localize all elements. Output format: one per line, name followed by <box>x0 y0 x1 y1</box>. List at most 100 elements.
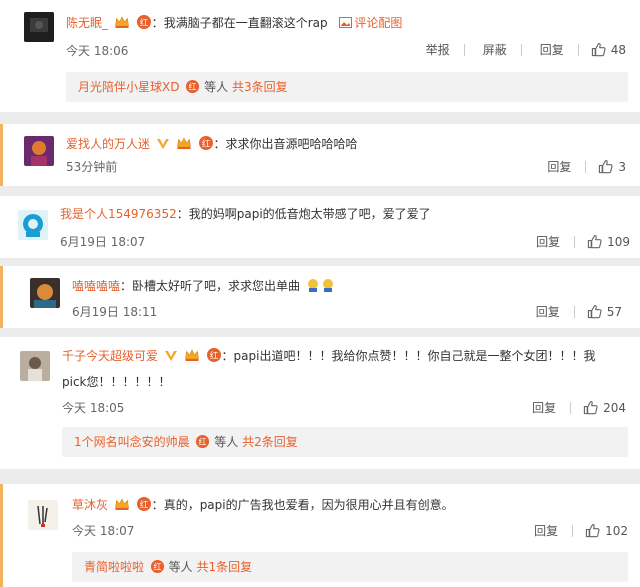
comment-actions: 举报 屏蔽 回复 48 <box>408 41 626 58</box>
comment-actions: 回复 109 <box>518 233 630 250</box>
timestamp: 今天 18:07 <box>72 524 135 538</box>
member-badge-icon <box>136 14 152 30</box>
thumb-up-icon <box>587 304 602 319</box>
like-button[interactable]: 57 <box>587 304 622 319</box>
reply-button[interactable]: 回复 <box>532 399 556 416</box>
divider <box>570 401 572 414</box>
sub-replies-count[interactable]: 共2条回复 <box>242 435 298 449</box>
comment-card: 嗑嗑嗑嗑：卧槽太好听了吧，求求您出单曲 6月19日 18:11 回复 57 <box>0 266 640 328</box>
like-button[interactable]: 109 <box>587 234 630 249</box>
sub-replies-count[interactable]: 共1条回复 <box>197 560 253 574</box>
reply-accent-bar <box>0 124 3 186</box>
report-button[interactable]: 举报 <box>426 41 450 58</box>
like-button[interactable]: 3 <box>598 159 626 174</box>
divider <box>463 43 465 56</box>
vip-crown-icon <box>114 14 130 30</box>
comment-text: 求求你出音源吧哈哈哈哈 <box>225 137 358 151</box>
comment-card: 我是个人154976352：我的妈啊papi的低音炮太带感了吧，爱了爱了 6月1… <box>0 196 640 258</box>
comment-actions: 回复 57 <box>518 303 622 320</box>
timestamp: 6月19日 18:11 <box>72 305 158 319</box>
sub-replies-summary[interactable]: 1个网名叫念安的帅晨 等人 共2条回复 <box>62 427 628 457</box>
like-count: 48 <box>610 42 626 57</box>
divider <box>520 43 522 56</box>
reply-button[interactable]: 回复 <box>536 303 560 320</box>
sub-replier-name[interactable]: 月光陪伴小星球XD <box>78 80 179 94</box>
thumb-up-icon <box>587 234 602 249</box>
comment-card: 千子今天超级可爱 ：papi出道吧！！！我给你点赞！！！你自己就是一整个女团！！… <box>0 337 640 469</box>
vip-crown-icon <box>176 135 192 151</box>
like-button[interactable]: 48 <box>591 42 626 57</box>
thumb-up-icon <box>598 159 613 174</box>
thumb-up-icon <box>583 400 598 415</box>
reply-button[interactable]: 回复 <box>547 158 571 175</box>
comment-actions: 回复 3 <box>529 158 626 175</box>
avatar[interactable] <box>30 278 60 308</box>
member-badge-icon <box>150 559 165 574</box>
reply-button[interactable]: 回复 <box>540 41 564 58</box>
avatar[interactable] <box>18 210 48 240</box>
comment-image-link[interactable]: 评论配图 <box>354 16 402 30</box>
reply-accent-bar <box>0 484 3 587</box>
vip-crown-icon <box>114 496 130 512</box>
sub-replies-count[interactable]: 共3条回复 <box>232 80 288 94</box>
verified-v-icon <box>164 351 177 361</box>
sub-replier-name[interactable]: 青简啦啦啦 <box>84 560 144 574</box>
comment-line: 嗑嗑嗑嗑：卧槽太好听了吧，求求您出单曲 <box>72 277 336 295</box>
comment-text-line-1: papi出道吧！！！我给你点赞！！！你自己就是一整个女团！！！我 <box>233 349 596 363</box>
member-badge-icon <box>136 496 152 512</box>
divider <box>585 160 587 173</box>
vip-crown-icon <box>184 347 200 363</box>
reply-accent-bar <box>0 266 3 328</box>
username[interactable]: 爱找人的万人迷 <box>66 137 150 151</box>
comment-text: 卧槽太好听了吧，求求您出单曲 <box>132 279 301 293</box>
verified-v-icon <box>156 139 169 149</box>
comment-line: 我是个人154976352：我的妈啊papi的低音炮太带感了吧，爱了爱了 <box>60 207 431 221</box>
like-count: 102 <box>605 523 628 538</box>
sub-replies-etc: 等人 <box>214 435 239 449</box>
emoji-icon <box>307 279 333 292</box>
username[interactable]: 陈无眠_ <box>66 16 108 30</box>
thumb-up-icon <box>591 42 606 57</box>
reply-button[interactable]: 回复 <box>536 233 560 250</box>
sub-replies-etc: 等人 <box>168 560 193 574</box>
sub-replies-summary[interactable]: 月光陪伴小星球XD 等人 共3条回复 <box>66 72 628 102</box>
block-button[interactable]: 屏蔽 <box>483 41 507 58</box>
comment-text: 我满脑子都在一直翻滚这个rap <box>163 16 328 30</box>
timestamp: 6月19日 18:07 <box>60 235 146 249</box>
like-button[interactable]: 102 <box>585 523 628 538</box>
timestamp: 53分钟前 <box>66 160 118 174</box>
image-icon[interactable] <box>339 16 353 29</box>
thumb-up-icon <box>585 523 600 538</box>
avatar[interactable] <box>20 351 50 381</box>
avatar[interactable] <box>28 500 58 530</box>
comment-line: 陈无眠_ ：我满脑子都在一直翻滚这个rap 评论配图 <box>66 14 403 30</box>
member-badge-icon <box>195 434 210 449</box>
member-badge-icon <box>185 79 200 94</box>
member-badge-icon <box>198 135 214 151</box>
like-button[interactable]: 204 <box>583 400 626 415</box>
sub-replies-summary[interactable]: 青简啦啦啦 等人 共1条回复 <box>72 552 628 582</box>
comment-text: 我的妈啊papi的低音炮太带感了吧，爱了爱了 <box>188 207 431 221</box>
username[interactable]: 千子今天超级可爱 <box>62 349 158 363</box>
comment-card: 草沐灰 ：真的，papi的广告我也爱看，因为很用心并且有创意。 今天 18:07… <box>0 484 640 587</box>
avatar[interactable] <box>24 136 54 166</box>
divider <box>577 43 579 56</box>
reply-button[interactable]: 回复 <box>534 522 558 539</box>
sub-replier-name[interactable]: 1个网名叫念安的帅晨 <box>74 435 190 449</box>
timestamp: 今天 18:05 <box>62 401 125 415</box>
like-count: 3 <box>618 159 626 174</box>
username[interactable]: 嗑嗑嗑嗑 <box>72 279 120 293</box>
avatar[interactable] <box>24 12 54 42</box>
sub-replies-etc: 等人 <box>204 80 229 94</box>
like-count: 57 <box>606 304 622 319</box>
like-count: 204 <box>603 400 626 415</box>
divider <box>572 524 574 537</box>
username[interactable]: 草沐灰 <box>72 498 108 512</box>
divider <box>573 305 575 318</box>
divider <box>574 235 576 248</box>
username[interactable]: 我是个人154976352 <box>60 207 177 221</box>
comment-text: 真的，papi的广告我也爱看，因为很用心并且有创意。 <box>163 498 454 512</box>
comment-line: 爱找人的万人迷 ：求求你出音源吧哈哈哈哈 <box>66 135 358 151</box>
comment-line: 千子今天超级可爱 ：papi出道吧！！！我给你点赞！！！你自己就是一整个女团！！… <box>62 347 596 363</box>
comment-card: 爱找人的万人迷 ：求求你出音源吧哈哈哈哈 53分钟前 回复 3 <box>0 124 640 186</box>
